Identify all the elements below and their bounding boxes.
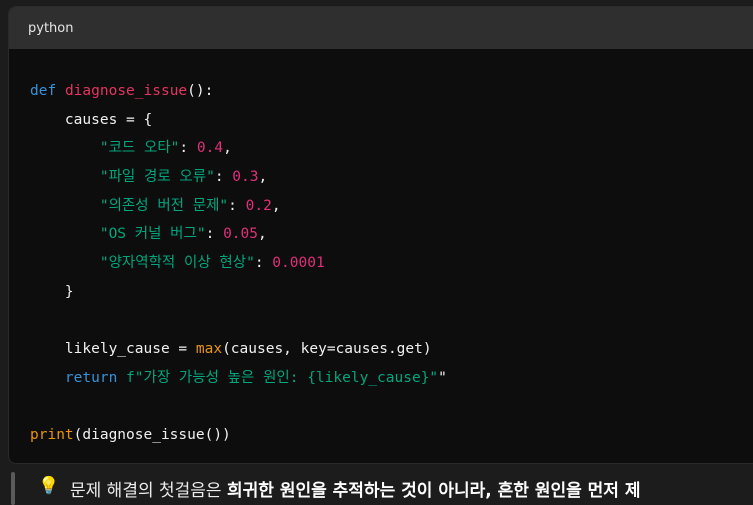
lightbulb-icon: 💡	[38, 476, 60, 496]
code-line: causes = {	[30, 106, 447, 135]
code-token: f"가장 가능성 높은 원인: {likely_cause}"	[126, 369, 439, 386]
code-line: likely_cause = max(causes, key=causes.ge…	[30, 335, 447, 364]
code-token: }	[30, 283, 74, 300]
code-line: def diagnose_issue():	[30, 77, 447, 106]
code-line: "의존성 버전 문제": 0.2,	[30, 192, 447, 221]
code-token: likely_cause =	[30, 341, 196, 358]
code-token: 0.2	[245, 197, 272, 214]
code-line: "양자역학적 이상 현상": 0.0001	[30, 249, 447, 278]
code-language-label: python	[28, 20, 74, 36]
code-line: "OS 커널 버그": 0.05,	[30, 220, 447, 249]
code-token: "	[438, 369, 447, 386]
code-content: def diagnose_issue(): causes = { "코드 오타"…	[30, 77, 447, 450]
code-token: (causes, key=causes.get)	[222, 341, 432, 358]
code-line: }	[30, 278, 447, 307]
code-token: 0.0001	[272, 255, 325, 272]
code-token: 0.4	[196, 140, 224, 157]
code-token: ,	[258, 169, 268, 186]
code-line: return f"가장 가능성 높은 원인: {likely_cause}""	[30, 364, 447, 393]
code-token: ,	[271, 197, 281, 214]
code-token: ():	[187, 83, 214, 99]
code-token: def	[30, 83, 57, 99]
code-token: :	[205, 226, 224, 243]
code-token: ,	[257, 226, 267, 243]
code-line: "코드 오타": 0.4,	[30, 134, 447, 163]
code-token: "양자역학적 이상 현상"	[99, 255, 255, 272]
code-token: print	[30, 427, 74, 444]
note-text-bold: 희귀한 원인을 추적하는 것이 아니라, 흔한 원인을 먼저 제	[226, 481, 641, 501]
code-token: 0.3	[232, 169, 259, 186]
code-token: 0.05	[223, 226, 258, 243]
code-token: :	[228, 197, 246, 214]
code-token: :	[214, 169, 233, 186]
note-section: 💡 문제 해결의 첫걸음은 희귀한 원인을 추적하는 것이 아니라, 흔한 원인…	[0, 468, 753, 505]
code-token: "코드 오타"	[99, 140, 180, 157]
code-token: (diagnose_issue())	[73, 427, 231, 444]
code-token: causes = {	[30, 111, 153, 128]
code-token: diagnose_issue	[64, 83, 188, 99]
code-block: python def diagnose_issue(): causes = { …	[8, 6, 753, 464]
code-token: return	[64, 369, 118, 386]
note-text-plain: 문제 해결의 첫걸음은	[70, 481, 227, 501]
code-line: "파일 경로 오류": 0.3,	[30, 163, 447, 192]
code-token: "의존성 버전 문제"	[99, 197, 229, 214]
blockquote-bar	[11, 472, 15, 505]
code-token: ,	[223, 140, 232, 157]
code-token: :	[179, 140, 197, 157]
code-token: max	[195, 341, 223, 358]
code-token: :	[254, 255, 273, 272]
code-block-header: python	[9, 7, 753, 49]
code-line: print(diagnose_issue())	[30, 421, 447, 450]
code-token: "파일 경로 오류"	[99, 169, 215, 186]
note-text: 문제 해결의 첫걸음은 희귀한 원인을 추적하는 것이 아니라, 흔한 원인을 …	[70, 476, 641, 501]
code-token: "OS 커널 버그"	[99, 226, 206, 243]
